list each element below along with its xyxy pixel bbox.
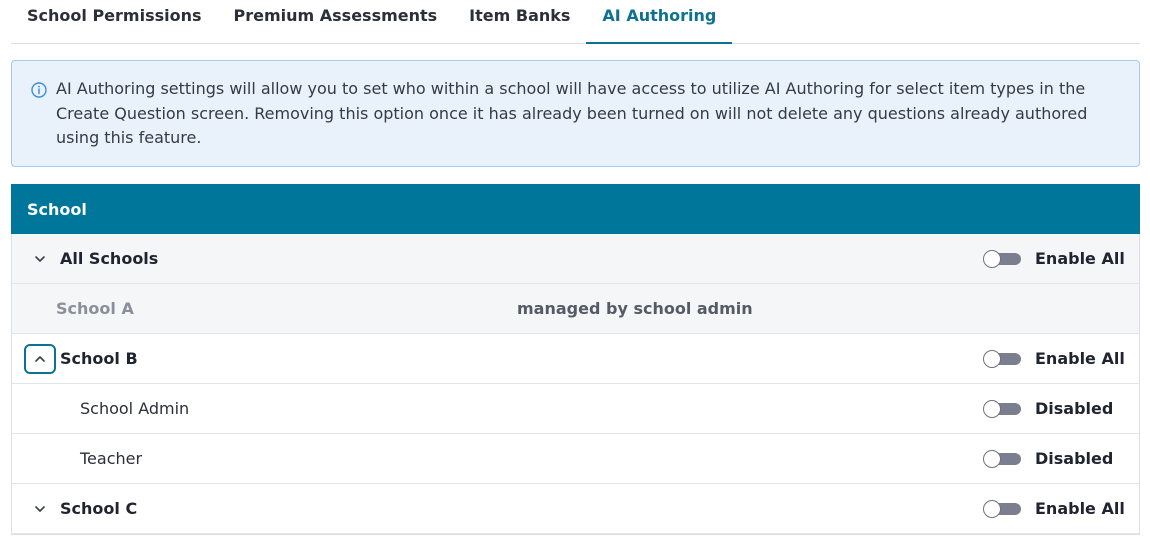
tab-school-permissions[interactable]: School Permissions [11, 0, 218, 43]
permissions-table: School All Schools Enable All School A m… [11, 184, 1140, 535]
table-row: School A managed by school admin [12, 284, 1139, 334]
enable-all-toggle[interactable] [983, 349, 1021, 368]
table-row: School B Enable All [12, 334, 1139, 384]
table-row: Teacher Disabled [12, 434, 1139, 484]
managed-note: managed by school admin [517, 299, 753, 318]
tab-premium-assessments[interactable]: Premium Assessments [218, 0, 454, 43]
toggle-label: Disabled [1035, 399, 1114, 418]
toggle-label: Disabled [1035, 449, 1114, 468]
info-text: AI Authoring settings will allow you to … [56, 79, 1088, 147]
toggle-label: Enable All [1035, 349, 1125, 368]
tab-bar: School Permissions Premium Assessments I… [11, 0, 1140, 44]
role-toggle[interactable] [983, 399, 1021, 418]
tab-ai-authoring[interactable]: AI Authoring [586, 0, 733, 44]
role-toggle[interactable] [983, 449, 1021, 468]
table-row: All Schools Enable All [12, 234, 1139, 284]
role-name: Teacher [80, 449, 143, 468]
row-name: School A [56, 299, 134, 318]
toggle-label: Enable All [1035, 499, 1125, 518]
row-name: School C [60, 499, 138, 518]
toggle-label: Enable All [1035, 249, 1125, 268]
table-row: School C Enable All [12, 484, 1139, 534]
tab-item-banks[interactable]: Item Banks [453, 0, 586, 43]
enable-all-toggle[interactable] [983, 249, 1021, 268]
table-header: School [11, 184, 1140, 234]
info-icon [30, 81, 48, 99]
info-banner: AI Authoring settings will allow you to … [11, 60, 1140, 167]
role-name: School Admin [80, 399, 190, 418]
enable-all-toggle[interactable] [983, 499, 1021, 518]
chevron-down-icon[interactable] [26, 495, 54, 523]
column-header-school: School [27, 199, 87, 219]
table-row: School Admin Disabled [12, 384, 1139, 434]
row-name: School B [60, 349, 138, 368]
chevron-up-icon[interactable] [24, 343, 56, 374]
row-name: All Schools [60, 249, 159, 268]
chevron-down-icon[interactable] [26, 245, 54, 273]
